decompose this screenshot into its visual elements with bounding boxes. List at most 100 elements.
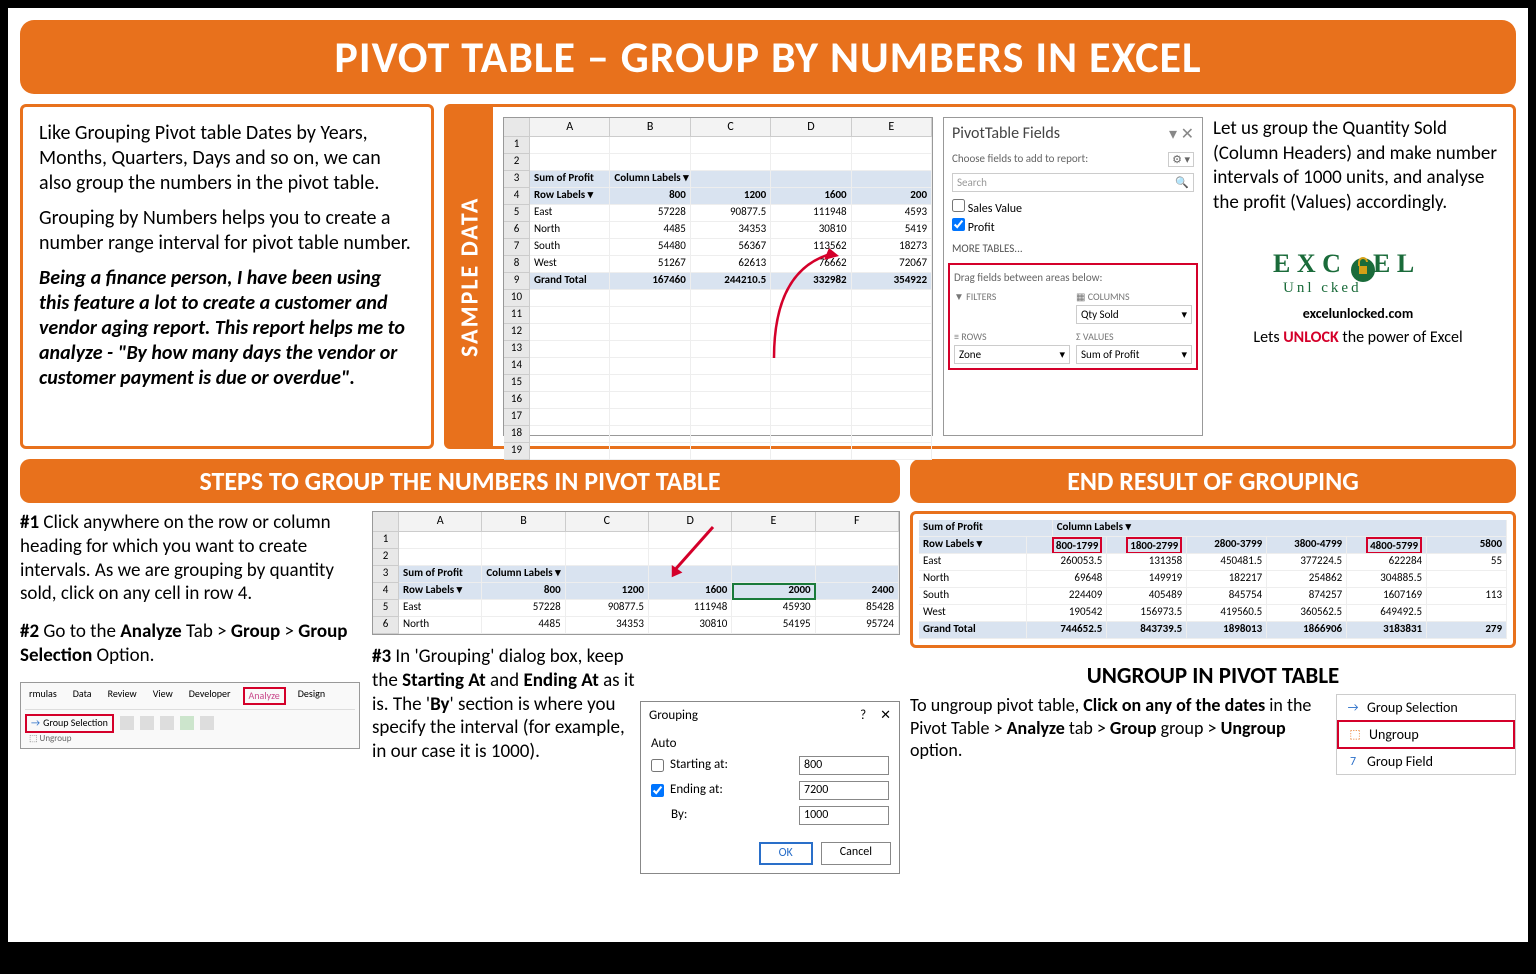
cell[interactable]: 332982 [771,273,851,290]
row-header[interactable]: 1 [504,137,530,154]
cell[interactable]: 34353 [566,617,649,634]
cell[interactable] [610,290,690,307]
cell[interactable] [732,532,815,549]
close-icon[interactable]: ✕ [880,708,891,723]
row-header[interactable]: 2 [373,549,399,566]
cell[interactable] [852,426,932,443]
cell[interactable]: 54480 [610,239,690,256]
ending-input[interactable]: 7200 [799,781,889,800]
starting-input[interactable]: 800 [799,756,889,775]
columns-value[interactable]: Qty Sold▾ [1076,305,1192,324]
row-header[interactable]: 12 [504,324,530,341]
col-header[interactable]: A [530,118,610,137]
row-header[interactable]: 17 [504,409,530,426]
cell[interactable] [610,137,690,154]
cell[interactable]: 113562 [771,239,851,256]
cell[interactable]: Column Labels ▾ [610,171,690,188]
col-header[interactable]: A [399,512,482,532]
cell[interactable] [691,171,771,188]
col-header[interactable]: B [482,512,565,532]
cell[interactable] [530,341,610,358]
row-header[interactable]: 10 [504,290,530,307]
cell[interactable]: 4485 [610,222,690,239]
row-header[interactable]: 13 [504,341,530,358]
starting-checkbox[interactable] [651,759,664,772]
cell[interactable]: 18273 [852,239,932,256]
cell[interactable]: 111948 [649,600,732,617]
cell[interactable] [530,307,610,324]
row-header[interactable]: 18 [504,426,530,443]
help-icon[interactable]: ? [860,708,866,723]
cell[interactable]: Grand Total [530,273,610,290]
cell[interactable] [691,341,771,358]
col-header[interactable]: D [771,118,851,137]
close-icon[interactable]: ▾ ✕ [1169,124,1194,144]
cell[interactable] [691,358,771,375]
row-header[interactable]: 14 [504,358,530,375]
fields-search[interactable]: Search🔍 [952,173,1194,192]
cell[interactable] [771,409,851,426]
cell[interactable]: Sum of Profit [530,171,610,188]
cell[interactable] [530,426,610,443]
cell[interactable] [482,532,565,549]
cell[interactable]: 167460 [610,273,690,290]
cell[interactable] [732,566,815,583]
rows-value[interactable]: Zone▾ [954,345,1070,364]
cell[interactable]: 244210.5 [691,273,771,290]
cell[interactable]: 72067 [852,256,932,273]
row-header[interactable]: 1 [373,532,399,549]
cell[interactable] [771,137,851,154]
more-tables-link[interactable]: MORE TABLES... [944,238,1202,259]
cell[interactable]: 57228 [610,205,690,222]
cell[interactable] [852,290,932,307]
cell[interactable] [610,426,690,443]
cell[interactable] [530,324,610,341]
cell[interactable]: 200 [852,188,932,205]
col-header[interactable]: E [852,118,932,137]
ribbon-tab[interactable]: Review [104,687,141,706]
cell[interactable] [566,549,649,566]
field-checkbox[interactable] [952,218,965,231]
ribbon-tab[interactable]: Analyze [243,687,286,706]
cell[interactable]: 85428 [816,600,899,617]
cell[interactable] [852,341,932,358]
cell[interactable]: 54195 [732,617,815,634]
row-header[interactable]: 6 [504,222,530,239]
cell[interactable]: 4593 [852,205,932,222]
cell[interactable]: Row Labels ▾ [399,583,482,600]
cell[interactable] [852,154,932,171]
cell[interactable] [852,307,932,324]
ribbon-tab[interactable]: rmulas [25,687,61,706]
cell[interactable]: 30810 [649,617,732,634]
row-header[interactable]: 2 [504,154,530,171]
cell[interactable] [771,358,851,375]
cell[interactable]: 95724 [816,617,899,634]
cell[interactable]: Sum of Profit [399,566,482,583]
cell[interactable] [610,392,690,409]
cell[interactable] [530,358,610,375]
cell[interactable] [399,549,482,566]
cell[interactable] [852,409,932,426]
cell[interactable] [610,358,690,375]
menu-group-selection[interactable]: →Group Selection [1337,695,1515,720]
row-header[interactable]: 5 [373,600,399,617]
cell[interactable]: East [530,205,610,222]
menu-ungroup[interactable]: ⬚Ungroup [1337,720,1515,749]
row-header[interactable]: 11 [504,307,530,324]
col-header[interactable]: F [816,512,899,532]
cell[interactable]: 111948 [771,205,851,222]
gear-icon[interactable]: ⚙ ▾ [1168,152,1194,167]
cell[interactable]: Row Labels ▾ [530,188,610,205]
cell[interactable]: 45930 [732,600,815,617]
cell[interactable] [771,392,851,409]
ok-button[interactable]: OK [759,842,813,865]
cell[interactable]: 4485 [482,617,565,634]
cell[interactable]: 90877.5 [566,600,649,617]
cell[interactable]: 2400 [816,583,899,600]
cell[interactable] [771,375,851,392]
cell[interactable] [816,532,899,549]
ribbon-tab[interactable]: View [149,687,177,706]
cell[interactable] [610,409,690,426]
col-header[interactable]: B [610,118,690,137]
cell[interactable] [852,324,932,341]
